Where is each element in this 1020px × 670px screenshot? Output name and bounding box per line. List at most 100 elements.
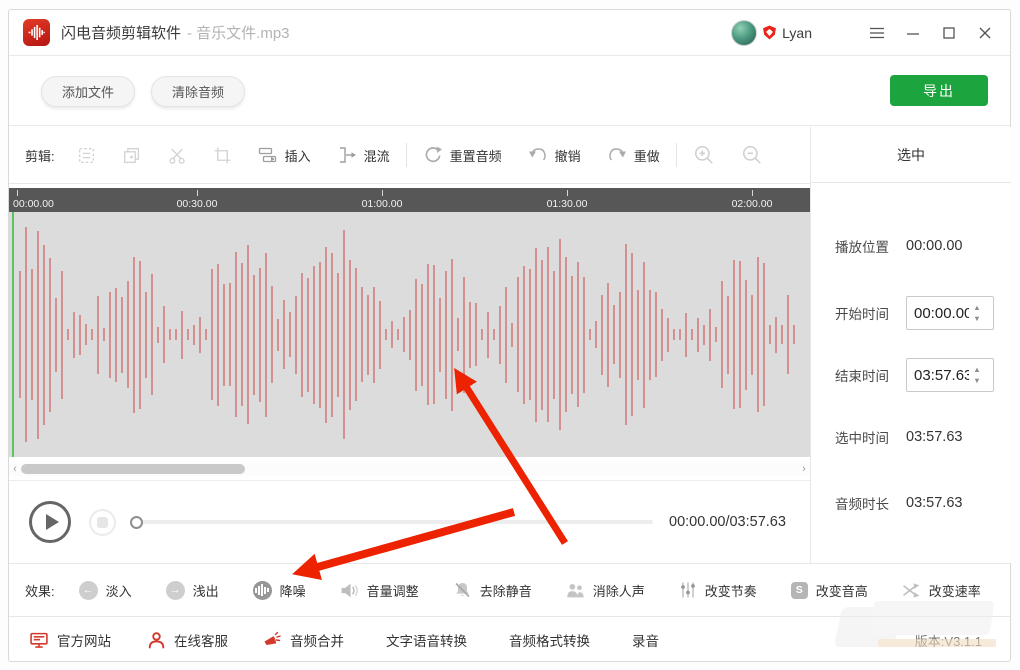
playhead[interactable] xyxy=(12,212,14,457)
end-time-input[interactable] xyxy=(907,367,969,384)
audio-merge-label: 音频合并 xyxy=(290,630,344,650)
waveform-scrollbar[interactable]: ‹ › xyxy=(9,462,810,476)
version-text: 版本:V3.1.1 xyxy=(915,631,982,650)
remove-silence-button[interactable]: 去除静音 xyxy=(453,581,532,600)
online-service-link[interactable]: 在线客服 xyxy=(147,630,228,650)
volume-adjust-button[interactable]: 音量调整 xyxy=(340,581,419,600)
remove-vocals-button[interactable]: 消除人声 xyxy=(566,581,645,600)
minimize-icon[interactable] xyxy=(902,22,924,44)
window-title: 闪电音频剪辑软件 xyxy=(61,22,181,43)
waveform-bar xyxy=(589,329,591,340)
end-time-up-icon[interactable]: ▲ xyxy=(969,366,985,374)
waveform-bar xyxy=(607,283,609,387)
maximize-icon[interactable] xyxy=(938,22,960,44)
waveform-bar xyxy=(577,262,579,407)
change-rate-button[interactable]: 改变速率 xyxy=(902,581,981,600)
waveform-bar xyxy=(181,311,183,359)
selected-time-label: 选中时间 xyxy=(835,427,893,447)
select-region-icon[interactable] xyxy=(77,146,96,165)
waveform-bar xyxy=(523,266,525,404)
waveform-bar xyxy=(385,329,387,340)
format-convert-link[interactable]: 音频格式转换 xyxy=(509,630,590,650)
zoom-out-icon[interactable] xyxy=(741,144,763,166)
scroll-left-icon[interactable]: ‹ xyxy=(9,462,21,476)
fade-in-icon: ← xyxy=(79,581,98,600)
avatar[interactable] xyxy=(731,20,757,46)
waveform-bar xyxy=(427,264,429,405)
waveform-bar xyxy=(499,306,501,364)
selection-panel: 选中 播放位置 00:00.00 开始时间 ▲ ▼ 结束时间 xyxy=(810,127,1011,563)
crop-icon[interactable] xyxy=(213,146,232,165)
zoom-in-icon[interactable] xyxy=(693,144,715,166)
waveform-bar xyxy=(451,259,453,411)
mix-button[interactable]: 混流 xyxy=(337,146,390,165)
timeline[interactable]: 00:00.0000:30.0001:00.0001:30.0002:00.00 xyxy=(9,188,810,212)
waveform-bar xyxy=(31,269,33,400)
insert-button[interactable]: 插入 xyxy=(258,146,311,165)
waveform-bar xyxy=(217,264,219,406)
audio-duration-row: 音频时长 03:57.63 xyxy=(835,486,1001,520)
megaphone-icon xyxy=(262,630,282,650)
seek-thumb[interactable] xyxy=(130,516,143,529)
start-time-up-icon[interactable]: ▲ xyxy=(969,304,985,312)
stop-button[interactable] xyxy=(89,509,116,536)
export-button[interactable]: 导出 xyxy=(890,75,988,106)
selection-panel-header: 选中 xyxy=(811,127,1011,183)
audio-merge-link[interactable]: 音频合并 xyxy=(262,630,344,650)
waveform-bar xyxy=(769,325,771,344)
noise-reduction-button[interactable]: 降噪 xyxy=(253,581,306,600)
add-file-button[interactable]: 添加文件 xyxy=(41,76,135,107)
user-account[interactable]: Lyan xyxy=(731,20,812,46)
cut-icon[interactable] xyxy=(167,146,187,165)
official-site-link[interactable]: 官方网站 xyxy=(29,630,111,650)
waveform-bar xyxy=(511,323,513,347)
waveform-bar xyxy=(703,325,705,345)
waveform-bar xyxy=(37,231,39,439)
scroll-right-icon[interactable]: › xyxy=(798,462,810,476)
end-time-down-icon[interactable]: ▼ xyxy=(969,377,985,385)
person-icon xyxy=(147,631,166,650)
change-pitch-button[interactable]: S 改变音高 xyxy=(791,581,868,600)
fade-out-button[interactable]: → 浅出 xyxy=(166,581,219,600)
clear-audio-button[interactable]: 清除音频 xyxy=(151,76,245,107)
waveform-bar xyxy=(487,312,489,358)
player-bar: 00:00.00/03:57.63 xyxy=(9,480,810,563)
waveform-bar xyxy=(715,327,717,342)
waveform-bar xyxy=(751,295,753,375)
redo-button[interactable]: 重做 xyxy=(607,146,660,165)
record-link[interactable]: 录音 xyxy=(632,630,659,650)
seek-slider[interactable] xyxy=(130,516,653,529)
menu-icon[interactable] xyxy=(866,22,888,44)
timeline-label: 00:00.00 xyxy=(13,198,54,210)
waveform-bar xyxy=(121,297,123,373)
people-icon xyxy=(566,582,585,599)
waveform-bar xyxy=(637,290,639,380)
waveform-bar xyxy=(199,317,201,353)
waveform-bar xyxy=(403,317,405,352)
waveform-bar xyxy=(397,329,399,340)
play-button[interactable] xyxy=(29,501,71,543)
waveform[interactable] xyxy=(9,212,810,457)
close-icon[interactable] xyxy=(974,22,996,44)
waveform-bar xyxy=(361,287,363,382)
change-pitch-label: 改变音高 xyxy=(816,581,868,600)
fade-in-button[interactable]: ← 淡入 xyxy=(79,581,132,600)
change-tempo-label: 改变节奏 xyxy=(705,581,757,600)
start-time-input[interactable] xyxy=(907,305,969,322)
start-time-down-icon[interactable]: ▼ xyxy=(969,315,985,323)
waveform-bar xyxy=(367,295,369,375)
seek-track[interactable] xyxy=(141,520,653,524)
waveform-bar xyxy=(733,260,735,409)
waveform-bar xyxy=(697,318,699,352)
audio-duration-label: 音频时长 xyxy=(835,493,893,513)
waveform-bar xyxy=(763,263,765,406)
copy-icon[interactable] xyxy=(122,146,141,165)
screen: 闪电音频剪辑软件 - 音乐文件.mp3 Lyan xyxy=(0,0,1020,670)
text-to-speech-link[interactable]: 文字语音转换 xyxy=(386,630,467,650)
waveform-bar xyxy=(67,329,69,340)
scrollbar-thumb[interactable] xyxy=(21,464,245,474)
waveform-bar xyxy=(661,309,663,361)
reset-audio-button[interactable]: 重置音频 xyxy=(423,145,502,165)
undo-button[interactable]: 撤销 xyxy=(528,146,581,165)
change-tempo-button[interactable]: 改变节奏 xyxy=(679,581,757,600)
